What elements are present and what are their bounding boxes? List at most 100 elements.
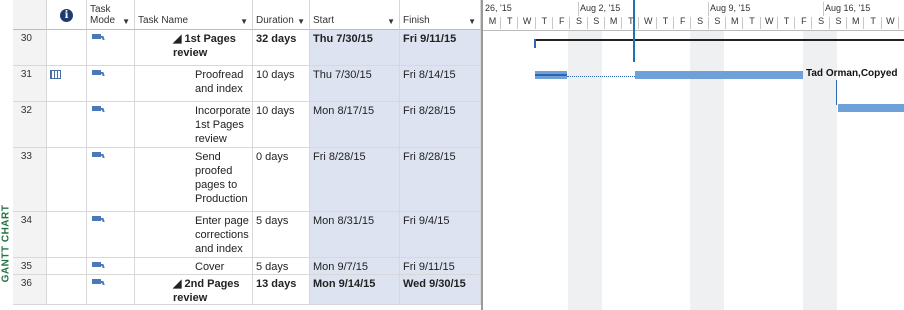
row-id[interactable]: 32 — [13, 102, 47, 147]
task-mode-cell[interactable] — [87, 212, 135, 257]
chevron-down-icon[interactable]: ▼ — [468, 17, 476, 26]
duration-header[interactable]: Duration ▼ — [253, 0, 310, 30]
duration-cell[interactable]: 10 days — [253, 102, 310, 147]
start-cell[interactable]: Mon 8/31/15 — [310, 212, 400, 257]
start-cell[interactable]: Mon 9/7/15 — [310, 258, 400, 274]
row-id[interactable]: 31 — [13, 66, 47, 101]
chevron-down-icon[interactable]: ▼ — [122, 17, 130, 26]
row-id-header[interactable] — [13, 0, 47, 30]
task-mode-cell[interactable] — [87, 148, 135, 211]
timescale-day: S — [593, 16, 600, 26]
timescale-tick — [569, 17, 571, 29]
table-row[interactable]: 33 Send proofed pages to Production 0 days… — [13, 148, 481, 212]
task-name-cell[interactable]: Cover design — [135, 258, 253, 274]
indicator-cell[interactable] — [47, 66, 87, 101]
task-mode-cell[interactable] — [87, 275, 135, 304]
duration-header-label: Duration — [256, 15, 294, 26]
task-mode-cell[interactable] — [87, 258, 135, 274]
indicator-cell[interactable] — [47, 148, 87, 211]
start-cell[interactable]: Mon 8/17/15 — [310, 102, 400, 147]
start-cell[interactable]: Fri 8/28/15 — [310, 148, 400, 211]
info-icon: i — [60, 9, 73, 22]
indicator-cell[interactable] — [47, 275, 87, 304]
indicator-cell[interactable] — [47, 30, 87, 65]
task-mode-cell[interactable] — [87, 102, 135, 147]
finish-cell[interactable]: Fri 9/11/15 — [400, 30, 481, 65]
view-bar[interactable]: GANTT CHART — [0, 0, 12, 310]
finish-cell[interactable]: Fri 9/11/15 — [400, 258, 481, 274]
summary-bar[interactable] — [535, 39, 904, 41]
auto-scheduled-icon — [92, 216, 105, 224]
table-row[interactable]: 36 ◢ 2nd Pages review 13 days Mon 9/14/15 We… — [13, 275, 481, 305]
duration-cell[interactable]: 0 days — [253, 148, 310, 211]
timescale-day: F — [558, 16, 565, 26]
indicators-header[interactable]: i — [47, 0, 87, 30]
table-row[interactable]: 32 Incorporate 1st Pages review 10 days Mon… — [13, 102, 481, 148]
indicator-cell[interactable] — [47, 102, 87, 147]
duration-cell[interactable]: 5 days — [253, 212, 310, 257]
task-name-cell[interactable]: Incorporate 1st Pages review — [135, 102, 253, 147]
timescale-tick — [724, 17, 726, 29]
task-bar[interactable] — [635, 71, 803, 79]
task-name-cell[interactable]: Enter page corrections and index — [135, 212, 253, 257]
finish-cell[interactable]: Wed 9/30/15 — [400, 275, 481, 304]
task-mode-cell[interactable] — [87, 30, 135, 65]
start-header[interactable]: Start ▼ — [310, 0, 400, 30]
duration-cell[interactable]: 13 days — [253, 275, 310, 304]
row-id[interactable]: 35 — [13, 258, 47, 274]
row-id[interactable]: 30 — [13, 30, 47, 65]
duration-cell[interactable]: 5 days — [253, 258, 310, 274]
task-bar[interactable] — [838, 104, 904, 112]
table-row[interactable]: 30 ◢ 1st Pages review 32 days Thu 7/30/15 Fr… — [13, 30, 481, 66]
timescale-day: W — [522, 16, 532, 26]
timescale-day: T — [870, 16, 876, 26]
task-name-cell[interactable]: ◢ 2nd Pages review — [135, 275, 253, 304]
duration-cell[interactable]: 32 days — [253, 30, 310, 65]
task-name-cell[interactable]: Proofread and index — [135, 66, 253, 101]
start-cell[interactable]: Thu 7/30/15 — [310, 66, 400, 101]
indicator-cell[interactable] — [47, 212, 87, 257]
indicator-cell[interactable] — [47, 258, 87, 274]
finish-cell[interactable]: Fri 9/4/15 — [400, 212, 481, 257]
task-mode-header-label: Task Mode — [90, 4, 116, 26]
timescale-tick — [707, 17, 709, 29]
task-name-header-label: Task Name — [138, 15, 189, 26]
start-cell[interactable]: Mon 9/14/15 — [310, 275, 400, 304]
finish-cell[interactable]: Fri 8/28/15 — [400, 102, 481, 147]
timescale-tick — [673, 17, 674, 29]
dependency-link[interactable] — [836, 80, 837, 105]
row-id[interactable]: 33 — [13, 148, 47, 211]
row-id[interactable]: 34 — [13, 212, 47, 257]
finish-header[interactable]: Finish ▼ — [400, 0, 481, 30]
timescale-tick — [551, 17, 553, 29]
task-mode-header[interactable]: Task Mode ▼ — [87, 0, 135, 30]
chevron-down-icon[interactable]: ▼ — [297, 17, 305, 26]
timescale-day: S — [697, 16, 704, 26]
finish-cell[interactable]: Fri 8/28/15 — [400, 148, 481, 211]
timescale-week: Aug 2, '15 — [580, 3, 621, 13]
chevron-down-icon[interactable]: ▼ — [387, 17, 395, 26]
split-link[interactable] — [567, 76, 635, 77]
timescale-tick — [759, 17, 761, 29]
table-row[interactable]: 34 Enter page corrections and index 5 days… — [13, 212, 481, 258]
auto-scheduled-icon — [92, 152, 105, 160]
task-name-cell[interactable]: Send proofed pages to Production — [135, 148, 253, 211]
task-mode-cell[interactable] — [87, 66, 135, 101]
summary-start-marker[interactable] — [534, 39, 536, 48]
gantt-chart[interactable]: 26, '15 Aug 2, '15 Aug 9, '15 Aug 16, '15 M T… — [483, 0, 904, 310]
start-cell[interactable]: Thu 7/30/15 — [310, 30, 400, 65]
table-row[interactable]: 35 Cover design5 daysMon 9/7/15Fri 9/11/1… — [13, 258, 481, 275]
finish-header-label: Finish — [403, 15, 430, 26]
timescale: 26, '15 Aug 2, '15 Aug 9, '15 Aug 16, '15 M T… — [483, 0, 904, 31]
table-row[interactable]: 31 Proofread and index 10 days Thu 7/30/15 F… — [13, 66, 481, 102]
task-name-header[interactable]: Task Name ▼ — [135, 0, 253, 30]
finish-cell[interactable]: Fri 8/14/15 — [400, 66, 481, 101]
timeline-marker[interactable] — [633, 0, 635, 62]
progress-bar[interactable] — [535, 74, 567, 76]
duration-cell[interactable]: 10 days — [253, 66, 310, 101]
chevron-down-icon[interactable]: ▼ — [240, 17, 248, 26]
view-label: GANTT CHART — [0, 204, 12, 283]
row-id[interactable]: 36 — [13, 275, 47, 304]
task-name-cell[interactable]: ◢ 1st Pages review — [135, 30, 253, 65]
timescale-tick — [500, 17, 501, 29]
